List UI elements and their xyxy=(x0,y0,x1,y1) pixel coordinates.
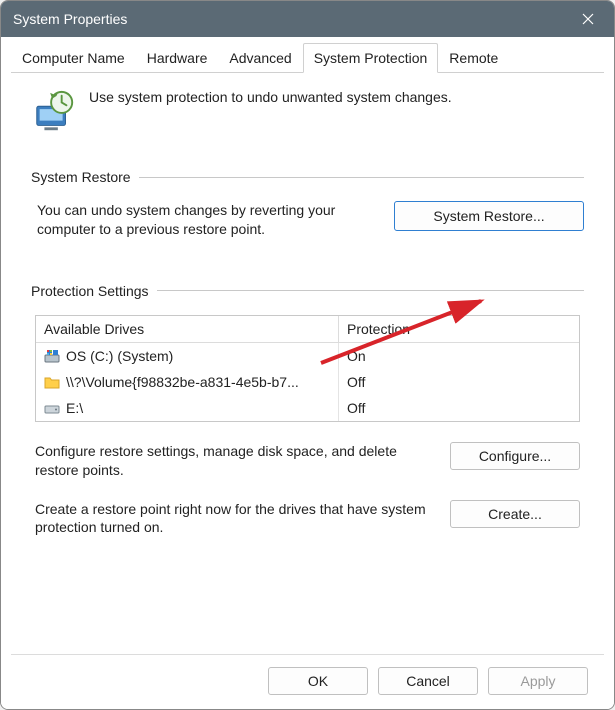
table-row[interactable]: \\?\Volume{f98832be-a831-4e5b-b7... Off xyxy=(36,369,579,395)
system-protection-icon xyxy=(31,89,77,135)
drive-name: OS (C:) (System) xyxy=(66,348,173,364)
close-icon xyxy=(582,13,594,25)
table-header: Available Drives Protection xyxy=(36,316,579,343)
configure-button[interactable]: Configure... xyxy=(450,442,580,470)
tab-hardware[interactable]: Hardware xyxy=(136,43,219,73)
drive-name: E:\ xyxy=(66,400,83,416)
group-protection-settings: Protection Settings Available Drives Pro… xyxy=(31,283,584,538)
create-row: Create a restore point right now for the… xyxy=(35,500,580,538)
apply-button[interactable]: Apply xyxy=(488,667,588,695)
system-restore-description: You can undo system changes by reverting… xyxy=(37,201,376,239)
titlebar[interactable]: System Properties xyxy=(1,1,614,37)
cancel-button[interactable]: Cancel xyxy=(378,667,478,695)
folder-icon xyxy=(44,374,60,390)
drive-name: \\?\Volume{f98832be-a831-4e5b-b7... xyxy=(66,374,299,390)
create-button[interactable]: Create... xyxy=(450,500,580,528)
protection-status: On xyxy=(338,343,579,369)
os-drive-icon xyxy=(44,348,60,364)
client-area: Computer Name Hardware Advanced System P… xyxy=(1,37,614,709)
divider xyxy=(139,177,584,178)
intro-text: Use system protection to undo unwanted s… xyxy=(89,89,452,105)
configure-row: Configure restore settings, manage disk … xyxy=(35,442,580,480)
tab-computer-name[interactable]: Computer Name xyxy=(11,43,136,73)
system-restore-button[interactable]: System Restore... xyxy=(394,201,584,231)
protection-status: Off xyxy=(338,395,579,421)
column-header-protection[interactable]: Protection xyxy=(338,316,579,342)
group-title-system-restore: System Restore xyxy=(31,169,131,185)
protection-status: Off xyxy=(338,369,579,395)
group-system-restore: System Restore You can undo system chang… xyxy=(31,169,584,239)
column-header-drives[interactable]: Available Drives xyxy=(36,316,338,342)
create-text: Create a restore point right now for the… xyxy=(35,500,432,538)
tabstrip: Computer Name Hardware Advanced System P… xyxy=(11,43,604,73)
close-button[interactable] xyxy=(566,3,610,35)
drive-icon xyxy=(44,400,60,416)
group-title-protection-settings: Protection Settings xyxy=(31,283,149,299)
dialog-footer: OK Cancel Apply xyxy=(11,654,604,709)
divider xyxy=(157,290,584,291)
ok-button[interactable]: OK xyxy=(268,667,368,695)
tab-system-protection[interactable]: System Protection xyxy=(303,43,439,73)
table-row[interactable]: OS (C:) (System) On xyxy=(36,343,579,369)
tab-advanced[interactable]: Advanced xyxy=(218,43,302,73)
tab-remote[interactable]: Remote xyxy=(438,43,509,73)
drives-table: Available Drives Protection OS (C:) (Sys… xyxy=(35,315,580,422)
system-properties-window: System Properties Computer Name Hardware… xyxy=(0,0,615,710)
table-row[interactable]: E:\ Off xyxy=(36,395,579,421)
tab-content: Use system protection to undo unwanted s… xyxy=(11,73,604,654)
intro-row: Use system protection to undo unwanted s… xyxy=(31,89,584,135)
configure-text: Configure restore settings, manage disk … xyxy=(35,442,432,480)
window-title: System Properties xyxy=(13,11,566,27)
